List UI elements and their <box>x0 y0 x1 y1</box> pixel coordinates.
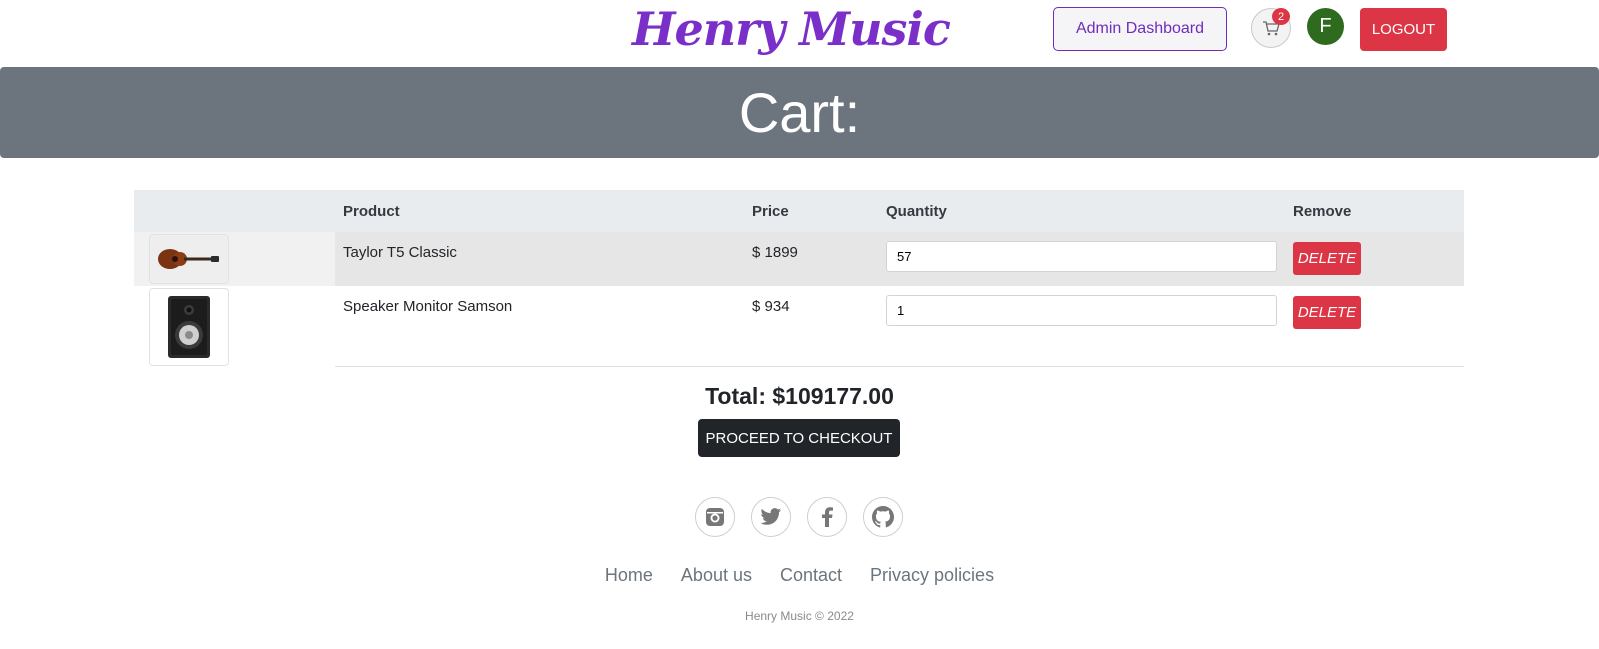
cart-table: Product Price Quantity Remove Taylor T5 … <box>134 190 1464 367</box>
twitter-link[interactable] <box>751 497 791 537</box>
user-avatar[interactable]: F <box>1307 8 1344 45</box>
page-title: Cart: <box>738 81 861 144</box>
quantity-cell <box>878 232 1285 286</box>
github-icon <box>872 506 894 528</box>
admin-dashboard-button[interactable]: Admin Dashboard <box>1053 7 1227 51</box>
instagram-link[interactable] <box>695 497 735 537</box>
cart-count-badge: 2 <box>1272 8 1290 25</box>
product-price: $ 934 <box>744 286 878 367</box>
product-thumbnail[interactable] <box>149 234 229 284</box>
product-name: Speaker Monitor Samson <box>335 286 744 367</box>
quantity-cell <box>878 286 1285 367</box>
header-remove: Remove <box>1293 202 1352 220</box>
speaker-icon <box>168 296 210 358</box>
facebook-icon <box>822 507 833 527</box>
header-image <box>134 190 335 232</box>
facebook-link[interactable] <box>807 497 847 537</box>
table-row: Taylor T5 Classic $ 1899 DELETE <box>134 232 1464 286</box>
guitar-icon <box>158 249 219 269</box>
footer-link-contact[interactable]: Contact <box>780 565 842 586</box>
delete-button[interactable]: DELETE <box>1293 242 1361 275</box>
quantity-input[interactable] <box>886 295 1277 326</box>
remove-cell: DELETE <box>1285 232 1464 286</box>
header-quantity: Quantity <box>886 202 947 220</box>
remove-cell: DELETE <box>1285 286 1464 367</box>
brand-logo[interactable]: Henry Music <box>632 2 951 56</box>
product-image-cell <box>134 232 335 286</box>
github-link[interactable] <box>863 497 903 537</box>
twitter-icon <box>760 508 782 525</box>
instagram-icon <box>706 508 724 526</box>
header-product: Product <box>343 202 400 220</box>
table-row: Speaker Monitor Samson $ 934 DELETE <box>134 286 1464 367</box>
footer-link-privacy[interactable]: Privacy policies <box>870 565 994 586</box>
table-header-row: Product Price Quantity Remove <box>134 190 1464 232</box>
header-price: Price <box>752 202 789 220</box>
product-price: $ 1899 <box>752 244 798 261</box>
logout-button[interactable]: LOGOUT <box>1360 8 1447 51</box>
footer-nav: Home About us Contact Privacy policies <box>0 565 1599 586</box>
delete-button[interactable]: DELETE <box>1293 296 1361 329</box>
checkout-button[interactable]: PROCEED TO CHECKOUT <box>698 419 900 457</box>
cart-banner: Cart: <box>0 67 1599 158</box>
copyright: Henry Music © 2022 <box>745 609 854 623</box>
footer-link-about[interactable]: About us <box>681 565 752 586</box>
cart-total: Total: $109177.00 <box>705 383 894 409</box>
product-thumbnail[interactable] <box>149 288 229 366</box>
product-name: Taylor T5 Classic <box>343 244 457 261</box>
quantity-input[interactable] <box>886 241 1277 272</box>
product-image-cell <box>134 286 335 366</box>
footer-link-home[interactable]: Home <box>605 565 653 586</box>
